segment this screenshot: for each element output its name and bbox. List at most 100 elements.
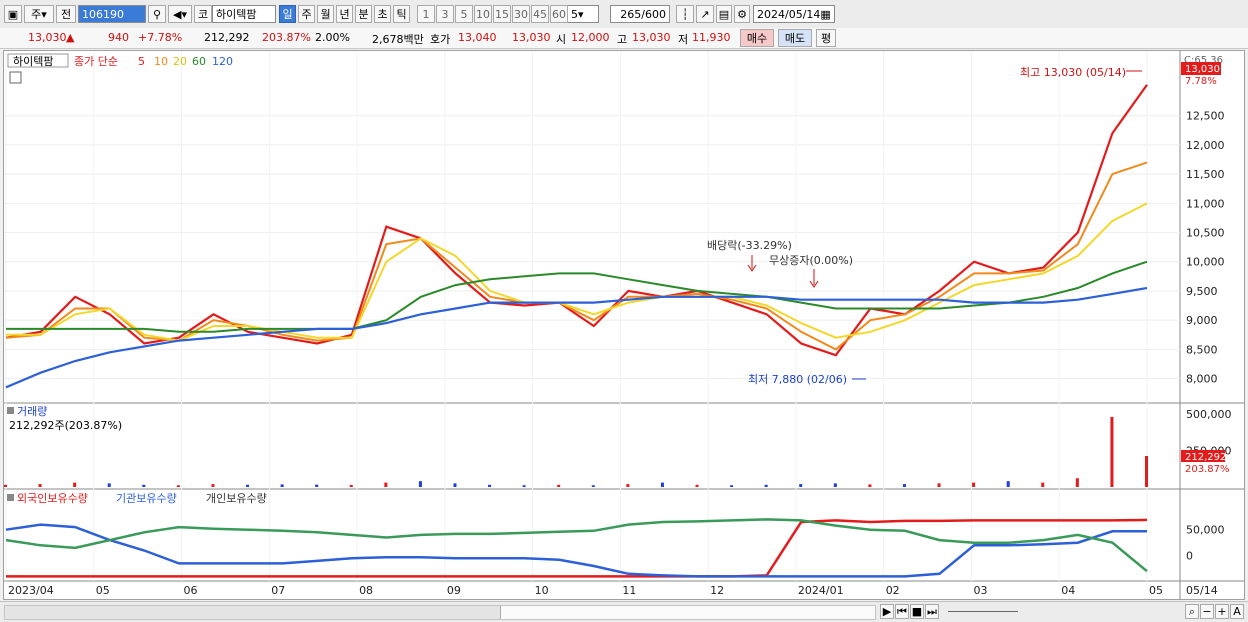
count-button-6[interactable]: 45: [531, 5, 549, 23]
count-button-7[interactable]: 60: [550, 5, 568, 23]
volume-bar: [1110, 416, 1114, 487]
volume-tick-label: 500,000: [1186, 408, 1232, 421]
x-tick-label: 05/14: [1186, 584, 1218, 597]
print-icon[interactable]: ▤: [716, 5, 732, 23]
volume-bar: [73, 482, 77, 487]
volume-bar: [315, 484, 319, 487]
x-tick-label: 06: [184, 584, 198, 597]
period-tab-2[interactable]: 월: [317, 5, 334, 23]
sell-button[interactable]: 매도: [778, 29, 812, 47]
grid: [4, 51, 1180, 581]
speaker-icon[interactable]: ◀▾: [168, 5, 192, 23]
scroll-thumb[interactable]: [500, 606, 875, 619]
volume-bar: [349, 484, 353, 487]
price-tick-label: 10,000: [1186, 256, 1225, 269]
price-ma-lines: [5, 84, 1148, 389]
layout-icon[interactable]: ▣: [4, 5, 22, 23]
ma20-label[interactable]: 20: [173, 55, 187, 68]
x-tick-label: 05: [96, 584, 110, 597]
price-tick-label: 8,000: [1186, 373, 1218, 386]
zoom-in-icon[interactable]: +: [1215, 604, 1229, 619]
count-button-5[interactable]: 30: [512, 5, 530, 23]
play-icon[interactable]: ▶: [880, 604, 894, 619]
buy-button[interactable]: 매수: [740, 29, 774, 47]
period-tab-4[interactable]: 분: [355, 5, 372, 23]
volume-bar: [522, 485, 526, 487]
font-size-icon[interactable]: A: [1230, 604, 1244, 619]
candle-icon[interactable]: ┆: [676, 5, 694, 23]
x-tick-label: 04: [1061, 584, 1075, 597]
gear-icon[interactable]: ⚙: [734, 5, 750, 23]
ma120-label[interactable]: 120: [212, 55, 233, 68]
period-tab-5[interactable]: 초: [374, 5, 391, 23]
volume-bar: [902, 484, 906, 487]
count-button-3[interactable]: 10: [474, 5, 492, 23]
volume-bar: [4, 484, 7, 487]
volume-info: 212,292주(203.87%): [9, 419, 122, 432]
horizontal-scrollbar[interactable]: [4, 605, 876, 620]
price-panel-name[interactable]: 하이텍팜: [13, 54, 53, 68]
foreign-holdings-label[interactable]: 외국인보유수량: [17, 492, 88, 505]
volume-bar: [418, 481, 422, 487]
volume-tag: 212,292: [1185, 452, 1226, 463]
zoom-out-icon[interactable]: −: [1200, 604, 1214, 619]
volume-panel-marker: [7, 407, 14, 414]
volume-bar: [211, 484, 215, 487]
count-button-4[interactable]: 15: [493, 5, 511, 23]
volume-bar: [833, 483, 837, 487]
date-input[interactable]: 2024/05/14 ▦: [753, 5, 835, 23]
x-tick-label: 08: [359, 584, 373, 597]
date-value: 2024/05/14: [757, 7, 821, 21]
search-icon[interactable]: ⚲: [148, 5, 166, 23]
dividend-arrow-icon: [747, 255, 757, 272]
x-tick-label: 2023/04: [8, 584, 54, 597]
chart-area[interactable]: 8,000 8,500 9,000 9,500 10,000 10,500 11,000 11…: [3, 50, 1245, 600]
period-tab-0[interactable]: 일: [279, 5, 296, 23]
ma5-label[interactable]: 5: [138, 55, 145, 68]
table-icon[interactable]: [9, 71, 22, 84]
stock-code-input[interactable]: 106190: [78, 5, 146, 23]
price-tick-label: 8,500: [1186, 343, 1218, 356]
count-button-1[interactable]: 3: [436, 5, 454, 23]
view-count-input[interactable]: 265/600: [610, 5, 670, 23]
individual-holdings-label[interactable]: 개인보유수량: [206, 492, 267, 505]
period-tab-1[interactable]: 주: [298, 5, 315, 23]
speed-slider[interactable]: [948, 611, 1018, 612]
ma10-label[interactable]: 10: [154, 55, 168, 68]
zoom-icon[interactable]: ⌕: [1185, 604, 1199, 619]
eval-button-label: 평: [820, 32, 832, 45]
stock-name-value: 하이텍팜: [216, 8, 257, 21]
type-select-value: 주: [31, 8, 42, 21]
eval-button[interactable]: 평: [816, 29, 836, 47]
period-tab-6[interactable]: 틱: [393, 5, 410, 23]
forward-icon[interactable]: ⏭: [925, 604, 939, 619]
stock-chart[interactable]: 8,000 8,500 9,000 9,500 10,000 10,500 11,000 11…: [4, 51, 1244, 599]
prev-button[interactable]: 전: [56, 5, 76, 23]
price-pct-tag: 7.78%: [1185, 76, 1217, 87]
change-percent: +7.78%: [138, 31, 183, 44]
institution-holdings-label[interactable]: 기관보유수량: [116, 492, 177, 505]
volume-bar: [764, 484, 768, 487]
volume-panel-title[interactable]: 거래량: [17, 405, 47, 418]
ma60-label[interactable]: 60: [192, 55, 206, 68]
volume-bar: [488, 484, 492, 487]
count-select[interactable]: 5 ▾: [567, 5, 599, 23]
stock-name-field[interactable]: 하이텍팜: [212, 5, 276, 23]
stop-icon[interactable]: ■: [910, 604, 924, 619]
y-axis-ticks: 8,000 8,500 9,000 9,500 10,000 10,500 11,000 11…: [1186, 110, 1232, 563]
high-annotation: 최고 13,030 (05/14): [1020, 66, 1126, 79]
volume-bar: [142, 484, 146, 487]
ma-label[interactable]: 종가 단순: [74, 55, 118, 68]
count-button-2[interactable]: 5: [455, 5, 473, 23]
tool-icon[interactable]: ↗: [696, 5, 714, 23]
volume-bar: [280, 484, 284, 487]
volume-bar: [384, 482, 388, 487]
period-tab-3[interactable]: 년: [336, 5, 353, 23]
volume-bar: [972, 482, 976, 487]
type-select[interactable]: 주 ▾: [24, 5, 54, 23]
stock-code-value: 106190: [82, 7, 124, 21]
volume-percent: 203.87%: [262, 31, 311, 44]
count-button-0[interactable]: 1: [417, 5, 435, 23]
rewind-icon[interactable]: ⏮: [895, 604, 909, 619]
volume-pct-tag: 203.87%: [1185, 464, 1230, 475]
